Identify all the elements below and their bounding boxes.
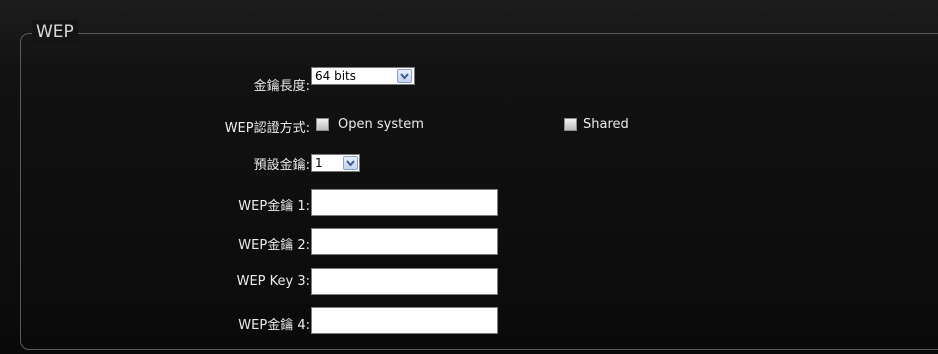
wep-key-3-input[interactable] <box>311 268 498 295</box>
default-key-value: 1 <box>315 156 323 170</box>
wep-key-1-input[interactable] <box>311 189 498 216</box>
open-system-checkbox[interactable] <box>316 118 329 131</box>
key-length-select[interactable]: 64 bits <box>311 67 415 85</box>
default-key-select[interactable]: 1 <box>311 154 360 172</box>
wep-key-4-input[interactable] <box>311 307 498 334</box>
auth-mode-label: WEP認證方式: <box>224 121 310 136</box>
section-legend: WEP <box>32 20 78 44</box>
shared-label: Shared <box>583 117 629 132</box>
chevron-down-icon[interactable] <box>343 156 358 170</box>
shared-checkbox[interactable] <box>564 118 577 131</box>
key-length-label: 金鑰長度: <box>253 79 310 94</box>
wep-key-4-label: WEP金鑰 4: <box>238 318 310 333</box>
default-key-label: 預設金鑰: <box>253 158 310 173</box>
wep-key-3-label: WEP Key 3: <box>236 274 310 289</box>
wep-key-1-label: WEP金鑰 1: <box>238 199 310 214</box>
chevron-down-icon[interactable] <box>397 69 412 83</box>
wep-key-2-label: WEP金鑰 2: <box>238 238 310 253</box>
wep-key-2-input[interactable] <box>311 228 498 255</box>
key-length-value: 64 bits <box>315 69 356 83</box>
open-system-label: Open system <box>338 117 424 132</box>
wep-settings-panel: WEP 金鑰長度: 64 bits WEP認證方式: Open system S… <box>0 0 938 354</box>
